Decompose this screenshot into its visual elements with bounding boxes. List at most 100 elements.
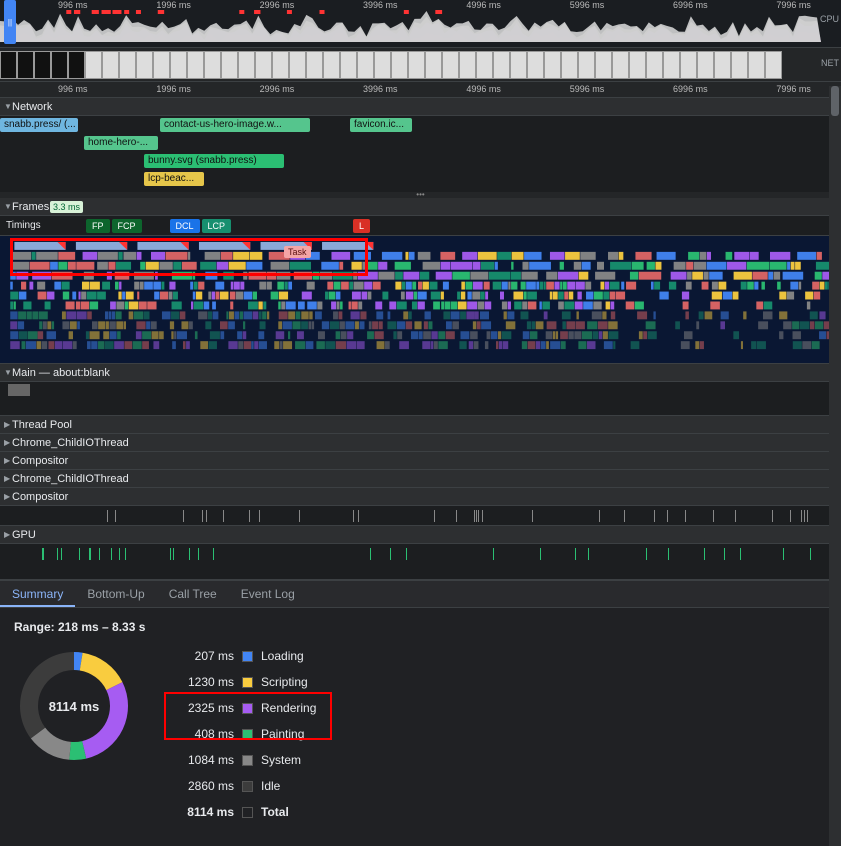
network-request[interactable]: snabb.press/ (... <box>0 118 78 132</box>
filmstrip-frame[interactable] <box>85 51 102 79</box>
overview-strip[interactable]: 996 ms 1996 ms 2996 ms 3996 ms 4996 ms 5… <box>0 0 841 48</box>
filmstrip-frame[interactable] <box>204 51 221 79</box>
filmstrip-frame[interactable] <box>510 51 527 79</box>
section-gpu-header[interactable]: ▶ GPU <box>0 526 841 544</box>
filmstrip-frame[interactable] <box>323 51 340 79</box>
filmstrip-frame[interactable] <box>102 51 119 79</box>
filmstrip-frame[interactable] <box>119 51 136 79</box>
filmstrip-frame[interactable] <box>527 51 544 79</box>
chevron-down-icon: ▼ <box>4 202 12 211</box>
filmstrip-frame[interactable] <box>578 51 595 79</box>
range-handle[interactable]: || <box>4 0 16 44</box>
filmstrip-frame[interactable] <box>442 51 459 79</box>
filmstrip-frame[interactable] <box>0 51 17 79</box>
tab-bottom-up[interactable]: Bottom-Up <box>75 581 156 607</box>
filmstrip-frame[interactable] <box>153 51 170 79</box>
time-ruler[interactable]: 996 ms 1996 ms 2996 ms 3996 ms 4996 ms 5… <box>0 82 841 98</box>
legend-row-loading[interactable]: 207 msLoading <box>174 646 316 666</box>
filmstrip-frame[interactable] <box>306 51 323 79</box>
filmstrip-frame[interactable] <box>221 51 238 79</box>
filmstrip-frame[interactable] <box>187 51 204 79</box>
filmstrip-frame[interactable] <box>748 51 765 79</box>
filmstrip-frame[interactable] <box>612 51 629 79</box>
tick: 4996 ms <box>466 84 501 97</box>
legend-row-idle[interactable]: 2860 msIdle <box>174 776 316 796</box>
annotation-heavy-tasks <box>10 238 368 276</box>
network-request[interactable]: bunny.svg (snabb.press) <box>144 154 284 168</box>
compositor-2-track[interactable] <box>0 506 841 526</box>
filmstrip-frame[interactable] <box>374 51 391 79</box>
timings-track[interactable]: Timings FP FCP DCL LCP L <box>0 216 841 236</box>
filmstrip-frame[interactable] <box>289 51 306 79</box>
section-label: Chrome_ChildIOThread <box>12 473 129 485</box>
filmstrip-frame[interactable] <box>765 51 782 79</box>
gpu-track[interactable] <box>0 544 841 580</box>
legend-row-scripting[interactable]: 1230 msScripting <box>174 672 316 692</box>
filmstrip-frame[interactable] <box>51 51 68 79</box>
tab-event-log[interactable]: Event Log <box>229 581 307 607</box>
filmstrip-frame[interactable] <box>68 51 85 79</box>
section-network-header[interactable]: ▼ Network <box>0 98 841 116</box>
chevron-right-icon: ▶ <box>4 474 12 483</box>
network-request[interactable]: lcp-beac... <box>144 172 204 186</box>
legend-row-system[interactable]: 1084 msSystem <box>174 750 316 770</box>
filmstrip-frame[interactable] <box>561 51 578 79</box>
filmstrip-frame[interactable] <box>629 51 646 79</box>
filmstrip-frame[interactable] <box>391 51 408 79</box>
filmstrip-frame[interactable] <box>714 51 731 79</box>
section-main-blank-header[interactable]: ▼ Main — about:blank <box>0 364 841 382</box>
network-request[interactable]: home-hero-... <box>84 136 158 150</box>
filmstrip-frame[interactable] <box>425 51 442 79</box>
task-chip[interactable]: Task <box>284 246 311 258</box>
section-threadpool-header[interactable]: ▶ Thread Pool <box>0 416 841 434</box>
activity-donut-chart[interactable]: 8114 ms <box>14 646 134 766</box>
marker-dcl[interactable]: DCL <box>170 219 200 233</box>
filmstrip-frame[interactable] <box>408 51 425 79</box>
section-compositor-2-header[interactable]: ▶ Compositor <box>0 488 841 506</box>
tab-call-tree[interactable]: Call Tree <box>157 581 229 607</box>
main-blank-track[interactable] <box>0 382 841 416</box>
filmstrip-frame[interactable] <box>697 51 714 79</box>
vertical-scrollbar[interactable] <box>829 86 841 846</box>
marker-fcp[interactable]: FCP <box>112 219 142 233</box>
filmstrip-frame[interactable] <box>170 51 187 79</box>
marker-fp[interactable]: FP <box>86 219 110 233</box>
filmstrip-frame[interactable] <box>255 51 272 79</box>
filmstrip-frame[interactable] <box>493 51 510 79</box>
marker-load[interactable]: L <box>353 219 370 233</box>
filmstrip-frame[interactable] <box>544 51 561 79</box>
filmstrip-frame[interactable] <box>238 51 255 79</box>
filmstrip-frame[interactable] <box>459 51 476 79</box>
cpu-overview-chart[interactable] <box>0 10 821 42</box>
filmstrip[interactable]: NET <box>0 48 841 82</box>
filmstrip-frame[interactable] <box>646 51 663 79</box>
timings-label: Timings <box>6 220 64 231</box>
marker-lcp[interactable]: LCP <box>202 219 232 233</box>
network-request[interactable]: favicon.ic... <box>350 118 412 132</box>
filmstrip-frame[interactable] <box>34 51 51 79</box>
section-childio-2-header[interactable]: ▶ Chrome_ChildIOThread <box>0 470 841 488</box>
filmstrip-frame[interactable] <box>663 51 680 79</box>
filmstrip-frame[interactable] <box>680 51 697 79</box>
filmstrip-frame[interactable] <box>17 51 34 79</box>
tab-summary[interactable]: Summary <box>0 581 75 607</box>
filmstrip-frame[interactable] <box>595 51 612 79</box>
main-thread-flamegraph[interactable]: Task <box>0 236 841 364</box>
filmstrip-frame[interactable] <box>357 51 374 79</box>
section-frames-header[interactable]: ▼ Frames 3.3 ms <box>0 198 841 216</box>
legend-row-total[interactable]: 8114 msTotal <box>174 802 316 822</box>
network-request[interactable]: contact-us-hero-image.w... <box>160 118 310 132</box>
filmstrip-frame[interactable] <box>272 51 289 79</box>
section-label: Frames <box>12 201 49 213</box>
section-compositor-1-header[interactable]: ▶ Compositor <box>0 452 841 470</box>
activity-legend: 207 msLoading1230 msScripting2325 msRend… <box>174 646 316 822</box>
filmstrip-frame[interactable] <box>731 51 748 79</box>
network-track[interactable]: snabb.press/ (... contact-us-hero-image.w… <box>0 116 841 192</box>
filmstrip-frame[interactable] <box>476 51 493 79</box>
chevron-right-icon: ▶ <box>4 492 12 501</box>
section-childio-1-header[interactable]: ▶ Chrome_ChildIOThread <box>0 434 841 452</box>
legend-value: 1084 ms <box>174 753 234 767</box>
filmstrip-frame[interactable] <box>136 51 153 79</box>
legend-label: Loading <box>261 649 304 663</box>
filmstrip-frame[interactable] <box>340 51 357 79</box>
